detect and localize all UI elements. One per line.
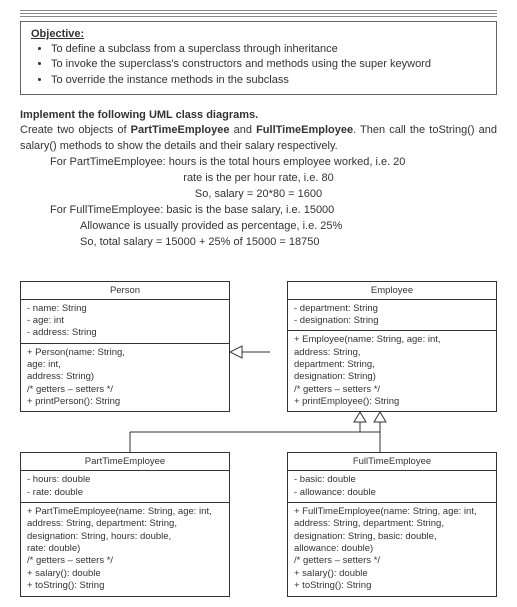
ft-line1: For FullTimeEmployee: basic is the base … bbox=[20, 203, 497, 219]
uml-class-person: Person - name: String - age: int - addre… bbox=[20, 281, 230, 413]
uml-class-fulltime: FullTimeEmployee - basic: double - allow… bbox=[287, 452, 497, 596]
text-bold: FullTimeEmployee bbox=[256, 124, 353, 136]
ft-line2: Allowance is usually provided as percent… bbox=[20, 219, 497, 235]
uml-attributes: - hours: double - rate: double bbox=[21, 471, 229, 503]
objective-box: Objective: To define a subclass from a s… bbox=[20, 21, 497, 95]
uml-attributes: - name: String - age: int - address: Str… bbox=[21, 300, 229, 344]
pt-line2: rate is the per hour rate, i.e. 80 bbox=[20, 171, 497, 187]
uml-title: Person bbox=[21, 282, 229, 300]
objective-item: To define a subclass from a superclass t… bbox=[51, 42, 486, 57]
uml-title: PartTimeEmployee bbox=[21, 453, 229, 471]
pt-line3: So, salary = 20*80 = 1600 bbox=[20, 187, 497, 203]
instructions-body: Create two objects of PartTimeEmployee a… bbox=[20, 123, 497, 155]
uml-operations: + Person(name: String, age: int, address… bbox=[21, 344, 229, 412]
uml-diagram: Person - name: String - age: int - addre… bbox=[20, 281, 497, 597]
ft-line3: So, total salary = 15000 + 25% of 15000 … bbox=[20, 235, 497, 251]
objective-item: To invoke the superclass's constructors … bbox=[51, 57, 486, 72]
instructions-title: Implement the following UML class diagra… bbox=[20, 109, 497, 121]
uml-attributes: - basic: double - allowance: double bbox=[288, 471, 496, 503]
uml-operations: + PartTimeEmployee(name: String, age: in… bbox=[21, 503, 229, 595]
generalization-arrow-icon bbox=[230, 342, 270, 362]
top-rule bbox=[20, 10, 497, 17]
uml-operations: + FullTimeEmployee(name: String, age: in… bbox=[288, 503, 496, 595]
objective-item: To override the instance methods in the … bbox=[51, 73, 486, 88]
uml-operations: + Employee(name: String, age: int, addre… bbox=[288, 331, 496, 411]
instructions: Implement the following UML class diagra… bbox=[20, 109, 497, 251]
uml-class-employee: Employee - department: String - designat… bbox=[287, 281, 497, 413]
uml-attributes: - department: String - designation: Stri… bbox=[288, 300, 496, 332]
text-bold: PartTimeEmployee bbox=[131, 124, 230, 136]
inheritance-arrows-icon bbox=[20, 412, 497, 452]
text: Create two objects of bbox=[20, 124, 131, 136]
uml-connectors bbox=[20, 412, 497, 452]
text: and bbox=[229, 124, 256, 136]
objective-title: Objective: bbox=[31, 28, 486, 40]
objective-list: To define a subclass from a superclass t… bbox=[31, 42, 486, 88]
uml-class-parttime: PartTimeEmployee - hours: double - rate:… bbox=[20, 452, 230, 596]
uml-title: FullTimeEmployee bbox=[288, 453, 496, 471]
uml-title: Employee bbox=[288, 282, 496, 300]
pt-line1: For PartTimeEmployee: hours is the total… bbox=[20, 155, 497, 171]
